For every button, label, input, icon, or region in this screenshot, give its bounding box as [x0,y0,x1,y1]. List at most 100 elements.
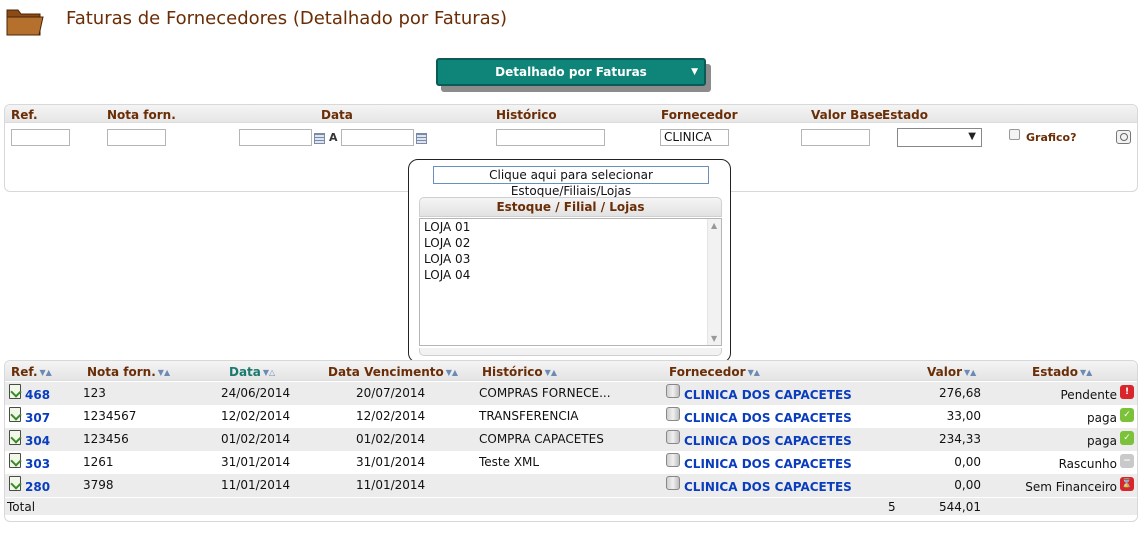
filter-label-ref: Ref. [11,108,38,122]
grafico-checkbox[interactable] [1009,129,1020,140]
supplier-link[interactable]: CLINICA DOS CAPACETES [684,480,852,494]
invoice-doc-icon[interactable] [9,453,21,468]
date-to-input[interactable] [341,129,414,146]
cell-nota: 123456 [83,432,129,446]
store-item[interactable]: LOJA 04 [420,267,721,283]
check-icon: ✓ [1120,431,1134,445]
invoice-ref-link[interactable]: 303 [25,457,50,471]
store-item[interactable]: LOJA 03 [420,251,721,267]
select-stores-button[interactable]: Clique aqui para selecionar Estoque/Fili… [433,166,709,198]
table-row[interactable]: 280 3798 11/01/2014 11/01/2014 CLINICA DOS C… [5,474,1137,497]
cell-vencimento: 01/02/2014 [356,432,426,446]
col-header-ref[interactable]: Ref. ▼▲ [11,365,52,379]
cell-valor: 276,68 [939,386,981,400]
cell-valor: 0,00 [954,478,981,492]
valor-base-input[interactable] [801,129,870,146]
nota-input[interactable] [107,129,166,146]
fornecedor-input[interactable]: CLINICA [660,129,729,146]
search-button[interactable] [1116,130,1131,144]
view-mode-select[interactable]: Detalhado por Faturas ▼ [436,58,706,86]
grafico-label: Grafico? [1026,131,1077,144]
cell-historico: COMPRA CAPACETES [479,432,604,446]
alert-icon: ! [1120,385,1134,399]
supplier-link[interactable]: CLINICA DOS CAPACETES [684,434,852,448]
grid-header: Ref. ▼▲ Nota forn. ▼▲ Data ▼△ Data Vencimen… [5,361,1137,381]
calendar-icon[interactable] [314,133,325,144]
sort-icon: ▼▲ [445,368,459,377]
chevron-down-icon: ▼ [691,67,698,77]
cell-estado: paga [1087,411,1117,425]
col-header-fornecedor[interactable]: Fornecedor ▼▲ [669,365,760,379]
cell-nota: 1234567 [83,409,137,423]
table-row[interactable]: 304 123456 01/02/2014 01/02/2014 COMPRA CAPA… [5,428,1137,451]
store-item[interactable]: LOJA 02 [420,235,721,251]
chevron-down-icon: ▼ [968,131,976,142]
sort-icon: ▼▲ [1080,368,1093,377]
view-mode-value: Detalhado por Faturas [495,65,647,79]
cell-estado: Pendente [1060,388,1118,402]
supplier-icon[interactable] [666,407,680,421]
cell-data: 11/01/2014 [221,478,291,492]
invoice-doc-icon[interactable] [9,430,21,445]
cell-historico: TRANSFERENCIA [479,409,579,423]
invoice-ref-link[interactable]: 468 [25,388,50,402]
sort-icon: ▼▲ [39,368,52,377]
cell-valor: 33,00 [946,409,981,423]
cell-data: 24/06/2014 [221,386,291,400]
supplier-icon[interactable] [666,453,680,467]
supplier-icon[interactable] [666,430,680,444]
col-header-valor[interactable]: Valor ▼▲ [927,365,976,379]
filter-label-fornecedor: Fornecedor [661,108,738,122]
store-list-scrollbar[interactable]: ▲ ▼ [707,219,721,345]
col-header-estado[interactable]: Estado ▼▲ [1032,365,1092,379]
historico-input[interactable] [496,129,605,146]
col-header-nota[interactable]: Nota forn. ▼▲ [87,365,170,379]
cell-valor: 0,00 [954,455,981,469]
store-list[interactable]: LOJA 01 LOJA 02 LOJA 03 LOJA 04 ▲ ▼ [419,218,722,346]
col-header-historico[interactable]: Histórico ▼▲ [482,365,557,379]
filter-label-data: Data [321,108,353,122]
filter-label-nota: Nota forn. [107,108,176,122]
estado-select[interactable]: ▼ [897,128,982,147]
supplier-link[interactable]: CLINICA DOS CAPACETES [684,457,852,471]
table-row[interactable]: 468 123 24/06/2014 20/07/2014 COMPRAS FORNEC… [5,382,1137,405]
invoice-doc-icon[interactable] [9,476,21,491]
date-from-input[interactable] [239,129,312,146]
total-label: Total [7,500,36,514]
cell-nota: 1261 [83,455,114,469]
store-list-footer [419,348,722,356]
cell-nota: 123 [83,386,106,400]
cell-vencimento: 12/02/2014 [356,409,426,423]
store-item[interactable]: LOJA 01 [420,219,721,235]
invoices-grid: Ref. ▼▲ Nota forn. ▼▲ Data ▼△ Data Vencimen… [4,360,1138,522]
invoice-doc-icon[interactable] [9,407,21,422]
ref-input[interactable] [11,129,70,146]
sort-icon: ▼△ [262,368,276,377]
scroll-down-icon[interactable]: ▼ [711,334,717,343]
scroll-up-icon[interactable]: ▲ [711,221,717,230]
col-header-data[interactable]: Data ▼△ [229,365,275,379]
invoice-ref-link[interactable]: 304 [25,434,50,448]
supplier-link[interactable]: CLINICA DOS CAPACETES [684,411,852,425]
total-valor: 544,01 [939,500,981,514]
cell-estado: paga [1087,434,1117,448]
cell-historico: COMPRAS FORNECE... [479,386,611,400]
table-row[interactable]: 307 1234567 12/02/2014 12/02/2014 TRANSFEREN… [5,405,1137,428]
supplier-icon[interactable] [666,384,680,398]
date-separator: A [329,131,338,144]
invoice-ref-link[interactable]: 280 [25,480,50,494]
calendar-icon[interactable] [416,133,427,144]
cell-nota: 3798 [83,478,114,492]
folder-icon [6,9,44,36]
col-header-vencimento[interactable]: Data Vencimento ▼▲ [328,365,458,379]
cell-estado: Sem Financeiro [1025,480,1117,494]
supplier-icon[interactable] [666,476,680,490]
supplier-link[interactable]: CLINICA DOS CAPACETES [684,388,852,402]
filter-label-valor-base: Valor Base [811,108,883,122]
cell-vencimento: 20/07/2014 [356,386,426,400]
sort-icon: ▼▲ [964,368,977,377]
cell-valor: 234,33 [939,432,981,446]
invoice-doc-icon[interactable] [9,384,21,399]
invoice-ref-link[interactable]: 307 [25,411,50,425]
table-row[interactable]: 303 1261 31/01/2014 31/01/2014 Teste XML CLIN… [5,451,1137,474]
